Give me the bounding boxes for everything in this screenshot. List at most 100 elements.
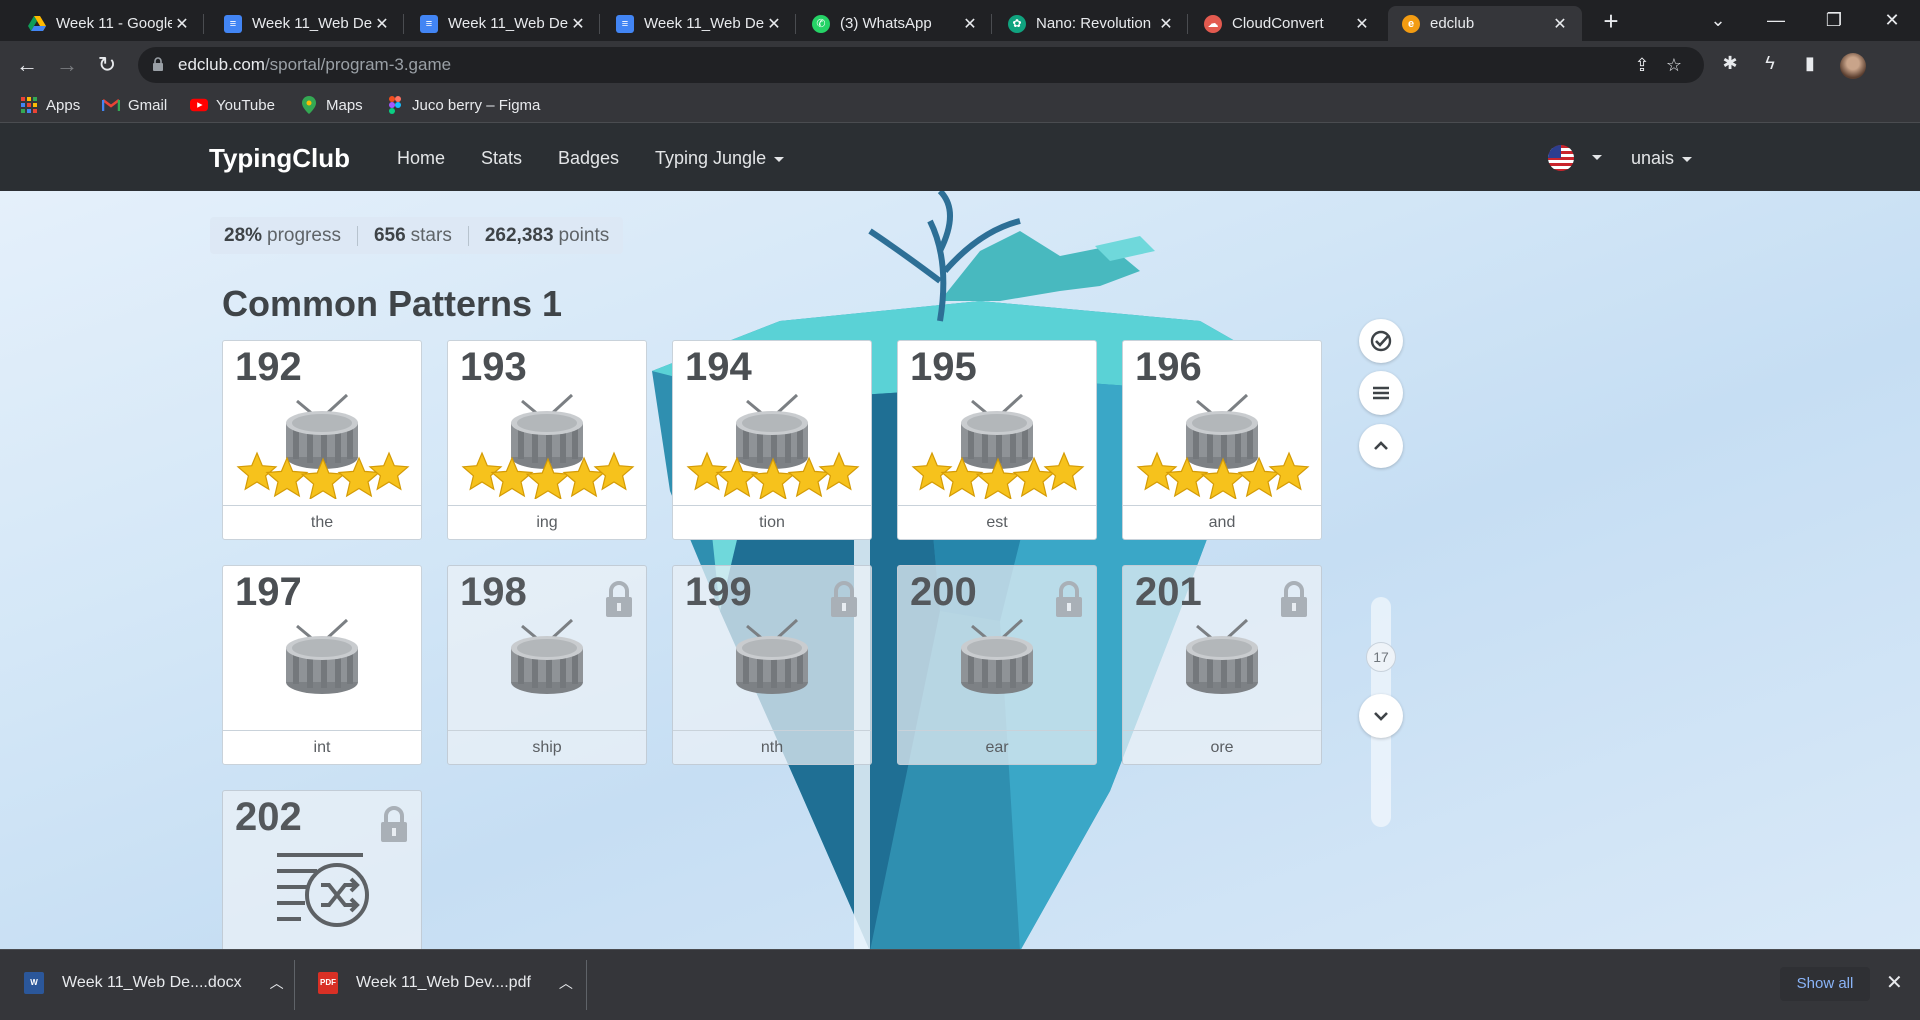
lesson-card-201[interactable]: 201 ore [1122,565,1322,765]
tab-whatsapp[interactable]: ✆ (3) WhatsApp ✕ [798,6,992,41]
new-tab-button[interactable]: + [1596,6,1626,36]
lesson-label: ship [448,730,646,764]
lesson-card-193[interactable]: 193 ing [447,340,647,540]
lesson-card-197[interactable]: 197 int [222,565,422,765]
lesson-card-196[interactable]: 196 and [1122,340,1322,540]
lesson-card-198[interactable]: 198 ship [447,565,647,765]
edclub-icon: e [1402,14,1420,33]
lesson-number: 192 [235,345,302,389]
lesson-number: 194 [685,345,752,389]
bookmark-figma[interactable]: Juco berry – Figma [386,96,540,114]
lesson-number: 197 [235,570,302,614]
lesson-card-200[interactable]: 200 ear [897,565,1097,765]
bookmark-gmail[interactable]: Gmail [102,96,167,114]
word-doc-icon: W [24,972,44,994]
share-icon[interactable]: ⇪ [1630,53,1654,77]
side-panel-icon[interactable]: ▮ [1798,51,1822,75]
lesson-card-192[interactable]: 192 the [222,340,422,540]
chevron-up-icon[interactable]: ︿ [270,973,284,993]
language-dropdown[interactable] [1584,146,1602,167]
chevron-up-icon [1374,441,1388,450]
lock-icon [831,581,857,617]
drum-icon [961,618,1033,694]
hamburger-menu-icon [1373,386,1389,400]
window-close-button[interactable]: ✕ [1864,0,1920,41]
tab-nano[interactable]: ✿ Nano: Revolution ✕ [994,6,1188,41]
close-icon[interactable]: ✕ [372,14,392,34]
extension-bolt-icon[interactable]: ϟ [1758,51,1782,75]
drum-icon [286,618,358,694]
nav-typing-jungle[interactable]: Typing Jungle [655,148,785,169]
lesson-label: nth [673,730,871,764]
bookmark-apps[interactable]: Apps [20,96,80,114]
close-icon[interactable]: ✕ [1352,14,1372,34]
check-progress-button[interactable] [1359,319,1403,363]
lesson-number: 193 [460,345,527,389]
close-icon[interactable]: ✕ [172,14,192,34]
cloudconvert-icon: ☁ [1204,14,1222,33]
close-icon[interactable]: ✕ [764,14,784,34]
lesson-label: int [223,730,421,764]
scroll-up-button[interactable] [1359,424,1403,468]
tab-docs-2[interactable]: ≡ Week 11_Web De ✕ [406,6,600,41]
tab-edclub[interactable]: e edclub ✕ [1388,6,1582,41]
extensions-icon[interactable]: ✱ [1718,51,1742,75]
download-item-pdf[interactable]: PDF Week 11_Web Dev....pdf ︿ [318,972,573,994]
reload-icon[interactable]: ↻ [92,50,122,80]
restore-button[interactable]: ❐ [1806,0,1862,41]
lesson-card-199[interactable]: 199 nth [672,565,872,765]
lesson-label: and [1123,505,1321,539]
close-icon[interactable]: ✕ [568,14,588,34]
tab-google-drive[interactable]: Week 11 - Google ✕ [14,6,204,41]
user-menu[interactable]: unais [1631,148,1693,169]
download-item-docx[interactable]: W Week 11_Web De....docx ︿ [24,972,284,994]
bookmark-star-icon[interactable]: ☆ [1662,53,1686,77]
lesson-label: ing [448,505,646,539]
lesson-label: tion [673,505,871,539]
close-icon[interactable]: ✕ [1156,14,1176,34]
back-icon[interactable]: ← [12,50,42,80]
close-icon[interactable]: ✕ [1550,14,1570,34]
lesson-label: the [223,505,421,539]
lock-icon [153,57,163,71]
lesson-card-202[interactable]: 202 [222,790,422,949]
lesson-label: est [898,505,1096,539]
typingclub-logo[interactable]: TypingClub [209,143,350,174]
minimize-button[interactable]: — [1748,0,1804,41]
lesson-number: 196 [1135,345,1202,389]
chevron-down-icon [774,156,785,162]
bookmarks-bar: Apps Gmail YouTube Maps Juco berry – Fig… [0,89,1920,123]
menu-button[interactable] [1359,371,1403,415]
lesson-number: 201 [1135,570,1202,614]
show-all-downloads-button[interactable]: Show all [1780,967,1870,1001]
close-icon[interactable]: ✕ [960,14,980,34]
url-text: edclub.com/sportal/program-3.game [178,55,452,74]
profile-avatar[interactable] [1840,53,1866,79]
chevron-up-icon[interactable]: ︿ [559,973,573,993]
tab-docs-3[interactable]: ≡ Week 11_Web De ✕ [602,6,796,41]
nav-home[interactable]: Home [397,148,445,169]
check-circle-icon [1370,330,1392,352]
address-bar[interactable]: edclub.com/sportal/program-3.game ⇪ ☆ [138,47,1704,83]
site-header: TypingClub Home Stats Badges Typing Jung… [0,123,1920,191]
tab-cloudconvert[interactable]: ☁ CloudConvert ✕ [1190,6,1384,41]
bookmark-youtube[interactable]: YouTube [190,96,275,114]
star-rating [686,451,860,499]
tab-search-icon[interactable]: ⌄ [1690,0,1746,41]
lesson-number: 199 [685,570,752,614]
level-scroll-handle[interactable]: 17 [1366,642,1396,672]
nav-badges[interactable]: Badges [558,148,619,169]
scroll-down-button[interactable] [1359,694,1403,738]
drum-icon [511,618,583,694]
lesson-card-195[interactable]: 195 est [897,340,1097,540]
lesson-number: 195 [910,345,977,389]
lesson-card-194[interactable]: 194 tion [672,340,872,540]
whatsapp-icon: ✆ [812,14,830,33]
tab-docs-1[interactable]: ≡ Week 11_Web De ✕ [210,6,404,41]
forward-icon[interactable]: → [52,50,82,80]
bookmark-maps[interactable]: Maps [300,96,363,114]
close-downloads-icon[interactable]: ✕ [1886,970,1903,995]
us-flag-icon[interactable] [1548,145,1574,171]
nav-stats[interactable]: Stats [481,148,522,169]
drum-icon [736,618,808,694]
